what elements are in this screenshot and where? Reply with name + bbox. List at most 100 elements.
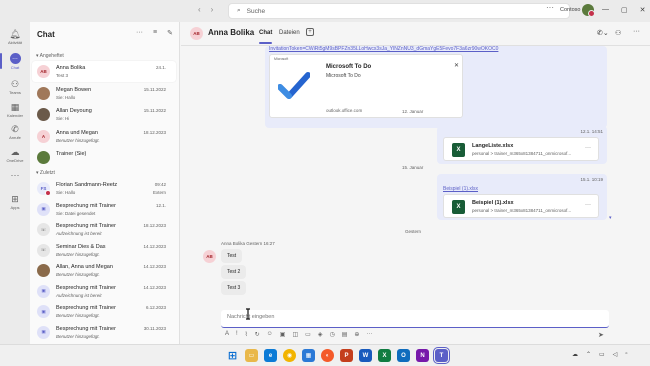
approvals-icon[interactable]: ▤ <box>342 331 348 338</box>
incoming-message[interactable]: Test 3 <box>221 281 247 295</box>
chat-preview: Sie: Hi <box>56 116 70 121</box>
chat-list-item[interactable]: ▣ Besprechung mit Trainer Benutzer hinzuge… <box>32 301 176 322</box>
chat-list-item[interactable]: Trainer (Sie) <box>32 147 176 168</box>
contact-avatar[interactable]: AB <box>190 27 203 40</box>
profile-avatar[interactable] <box>582 4 595 17</box>
forward-icon[interactable]: › <box>211 5 214 14</box>
send-icon[interactable]: ➤ <box>598 331 604 339</box>
chat-list-item[interactable]: A Anna und Megan Benutzer hinzugefügt. 18.1… <box>32 126 176 147</box>
call-icon[interactable]: ✆⌄ <box>597 29 609 37</box>
people-icon[interactable]: ⚇ <box>615 29 621 37</box>
firefox-icon[interactable]: ◐ <box>321 349 334 362</box>
volume-icon[interactable]: ◁ <box>613 351 618 358</box>
message-input[interactable] <box>227 314 597 320</box>
nav-buttons: ‹ › <box>198 5 213 14</box>
gif-icon[interactable]: ▣ <box>280 331 286 338</box>
chat-list-item[interactable]: ☏ Besprechung mit Trainer Aufzeichnung ist… <box>32 219 176 240</box>
more-actions-icon[interactable]: ··· <box>366 331 372 338</box>
chat-list-item[interactable]: AB Anna Bolika Test 3 24.1. <box>32 61 176 82</box>
preview-domain: outlook.office.com <box>326 108 363 113</box>
chat-date: 09:42 <box>154 182 166 187</box>
chat-list-item[interactable]: Allan Deyoung Sie: Hi 15.11.2022 <box>32 104 176 125</box>
rail-chat[interactable]: … Chat <box>0 48 30 74</box>
chat-list-item[interactable]: ▣ Besprechung mit Trainer Benutzer hinzuge… <box>32 322 176 343</box>
chat-list-item[interactable]: ☏ Seminar Dies & Das Benutzer hinzugefügt.… <box>32 240 176 261</box>
file-card-beispiel[interactable]: X Beispiel (1).xlsx personal > trainer_m… <box>443 194 599 218</box>
apps-icon[interactable]: ⊕ <box>354 331 359 338</box>
compose-box[interactable] <box>221 310 609 328</box>
pinned-section-label[interactable]: ▾ Angeheftet <box>36 53 64 59</box>
outlook-icon[interactable]: O <box>397 349 410 362</box>
rail-apps[interactable]: ⊞ Apps <box>0 189 30 215</box>
priority-icon[interactable]: ! <box>236 331 238 338</box>
todo-checkmark-icon <box>278 72 310 99</box>
chat-list-item[interactable]: FS Florian Sandmann-Reetz Sie: Hallo 09:42 E… <box>32 178 176 199</box>
chat-date: 24.1. <box>155 65 166 70</box>
recent-section-label[interactable]: ▾ Zuletzt <box>36 170 55 176</box>
chat-list-item[interactable]: ▣ Besprechung mit Trainer Sie: Datei gesen… <box>32 199 176 220</box>
preview-source: Microsoft <box>274 57 289 61</box>
chat-date: 18.12.2023 <box>143 129 166 135</box>
incoming-message[interactable]: Test <box>221 249 243 263</box>
close-icon[interactable]: ✕ <box>640 6 646 14</box>
network-icon[interactable]: ▭ <box>599 351 605 358</box>
chrome-icon[interactable]: ◉ <box>283 349 296 362</box>
file-explorer-icon[interactable]: ▭ <box>245 349 258 362</box>
word-icon[interactable]: W <box>359 349 372 362</box>
search-box[interactable]: ⌕ Suche <box>228 3 570 19</box>
sticker-icon[interactable]: ◫ <box>292 331 298 338</box>
loop-icon[interactable]: ↻ <box>255 331 260 338</box>
notifications-icon[interactable]: ▫ <box>625 351 627 358</box>
onedrive-tray-icon[interactable]: ☁ <box>572 351 578 358</box>
meet-icon[interactable]: ▭ <box>305 331 311 338</box>
new-chat-icon[interactable]: ✎ <box>167 29 173 37</box>
edge-icon[interactable]: e <box>264 349 277 362</box>
store-icon[interactable]: ▦ <box>302 349 315 362</box>
file-card-langeliste[interactable]: X LangeListe.xlsx personal > trainer_m36… <box>443 137 599 161</box>
contact-name[interactable]: Anna Bolika <box>208 28 254 37</box>
format-icon[interactable]: A <box>225 331 229 338</box>
file-more-icon[interactable]: ··· <box>585 202 591 208</box>
tab-files[interactable]: Dateien <box>279 30 300 36</box>
header-more-icon[interactable]: ··· <box>633 28 640 35</box>
close-preview-icon[interactable]: ✕ <box>454 62 459 69</box>
windows-start-icon[interactable]: ⊞ <box>226 349 239 362</box>
sender-avatar[interactable]: AB <box>203 250 216 263</box>
more-options-icon[interactable]: ··· <box>136 29 143 37</box>
filter-icon[interactable]: ≡ <box>153 29 157 37</box>
org-name[interactable]: Contoso <box>560 7 581 13</box>
back-icon[interactable]: ‹ <box>198 5 201 14</box>
teams-taskbar-icon[interactable]: T <box>433 347 450 364</box>
add-tab-icon[interactable]: + <box>306 28 314 36</box>
rail-activity[interactable]: 🔔︎ Aktivität <box>0 24 30 50</box>
file-more-icon[interactable]: ··· <box>585 145 591 151</box>
chat-list-item[interactable]: Megan Bowen Sie: Hallo 15.11.2022 <box>32 83 176 104</box>
emoji-icon[interactable]: ☺ <box>267 331 273 338</box>
rail-more[interactable]: ··· <box>0 162 30 188</box>
chat-list-item[interactable]: Allan, Anna und Megan Benutzer hinzugefüg… <box>32 260 176 281</box>
onenote-icon[interactable]: N <box>416 349 429 362</box>
file-link[interactable]: Beispiel (1).xlsx <box>443 186 478 192</box>
schedule-icon[interactable]: ◷ <box>329 331 334 338</box>
file-path: personal > trainer_m365x81384711_onmicro… <box>472 151 572 156</box>
titlebar-more-icon[interactable]: ··· <box>546 3 554 12</box>
chat-name: Besprechung mit Trainer <box>56 202 116 209</box>
minimize-icon[interactable]: — <box>602 6 609 14</box>
excel-taskbar-icon[interactable]: X <box>378 349 391 362</box>
attach-icon[interactable]: ⌇ <box>245 331 248 338</box>
todo-link-preview[interactable]: Microsoft Microsoft To Do Microsoft To D… <box>269 54 463 118</box>
compose-toolbar: A ! ⌇ ↻ ☺ ▣ ◫ ▭ ◈ ◷ ▤ ⊕ ··· <box>225 331 372 338</box>
powerpoint-icon[interactable]: P <box>340 349 353 362</box>
incoming-message[interactable]: Test 2 <box>221 265 247 279</box>
tray-overflow-icon[interactable]: ⌃ <box>586 351 591 358</box>
chat-list-item[interactable]: ▣ Besprechung mit Trainer Aufzeichnung ist… <box>32 281 176 302</box>
invite-link[interactable]: InvitationToken=CWiRt5gM9sBPFZn35LLoHwcx… <box>269 46 605 52</box>
chat-preview: Sie: Hallo <box>56 190 76 195</box>
maximize-icon[interactable]: ▢ <box>621 6 628 14</box>
tab-chat[interactable]: Chat <box>259 30 273 44</box>
message-time: 15.1. 10:19 <box>580 177 603 182</box>
file-path: personal > trainer_m365x81384711_onmicro… <box>472 208 572 213</box>
chat-avatar: ▣ <box>37 202 50 216</box>
praise-icon[interactable]: ◈ <box>318 331 323 338</box>
search-input[interactable]: Suche <box>247 8 265 15</box>
